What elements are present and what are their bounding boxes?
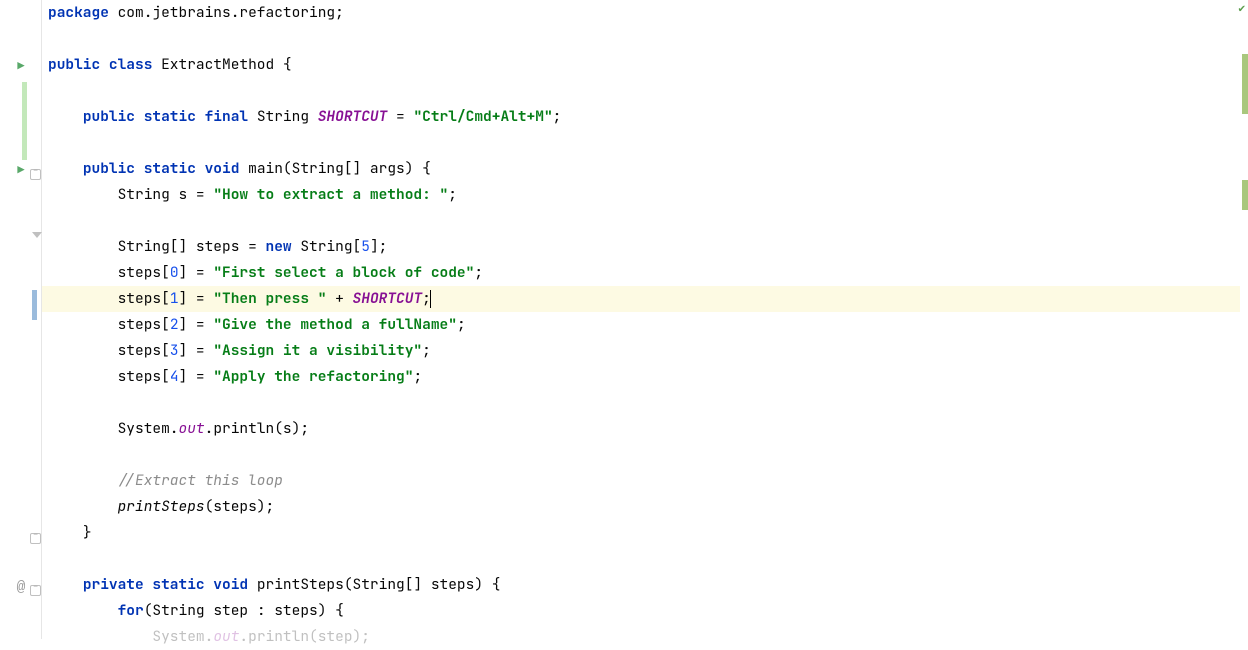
code-line: //Extract this loop [42, 468, 1240, 494]
code-line: private static void printSteps(String[] … [42, 572, 1240, 598]
scroll-change-stripe [1242, 180, 1248, 210]
code-line: steps[3] = "Assign it a visibility"; [42, 338, 1240, 364]
code-line: public class ExtractMethod { [42, 52, 1240, 78]
code-line [42, 26, 1240, 52]
code-line: System.out.println(step); [42, 624, 1240, 650]
gutter: ▶ ▶ @ [0, 0, 42, 639]
code-line: } [42, 520, 1240, 546]
caret-line-marker [32, 290, 37, 320]
code-line: public static void main(String[] args) { [42, 156, 1240, 182]
code-line: printSteps(steps); [42, 494, 1240, 520]
code-line [42, 130, 1240, 156]
inspection-status-icon[interactable]: ✔ [1238, 2, 1246, 15]
code-line: steps[2] = "Give the method a fullName"; [42, 312, 1240, 338]
vcs-change-marker [22, 82, 27, 160]
code-line [42, 390, 1240, 416]
code-line: package com.jetbrains.refactoring; [42, 0, 1240, 26]
fold-toggle-main[interactable] [30, 169, 41, 180]
code-editor[interactable]: package com.jetbrains.refactoring; publi… [42, 0, 1240, 639]
override-icon[interactable]: @ [0, 580, 42, 596]
code-line [42, 208, 1240, 234]
code-line: steps[4] = "Apply the refactoring"; [42, 364, 1240, 390]
code-line: System.out.println(s); [42, 416, 1240, 442]
code-line: String[] steps = new String[5]; [42, 234, 1240, 260]
scroll-change-stripe [1242, 54, 1248, 114]
run-class-icon[interactable]: ▶ [0, 58, 42, 74]
code-line [42, 78, 1240, 104]
current-line: steps[1] = "Then press " + SHORTCUT; [42, 286, 1240, 312]
code-line: public static final String SHORTCUT = "C… [42, 104, 1240, 130]
text-caret [430, 290, 431, 308]
fold-toggle-printsteps[interactable] [30, 533, 41, 544]
code-line: steps[0] = "First select a block of code… [42, 260, 1240, 286]
code-line: for(String step : steps) { [42, 598, 1240, 624]
fold-arrow-icon[interactable] [32, 232, 42, 238]
code-line: String s = "How to extract a method: "; [42, 182, 1240, 208]
code-line [42, 546, 1240, 572]
scrollbar-markers[interactable]: ✔ [1240, 0, 1248, 639]
code-line [42, 442, 1240, 468]
